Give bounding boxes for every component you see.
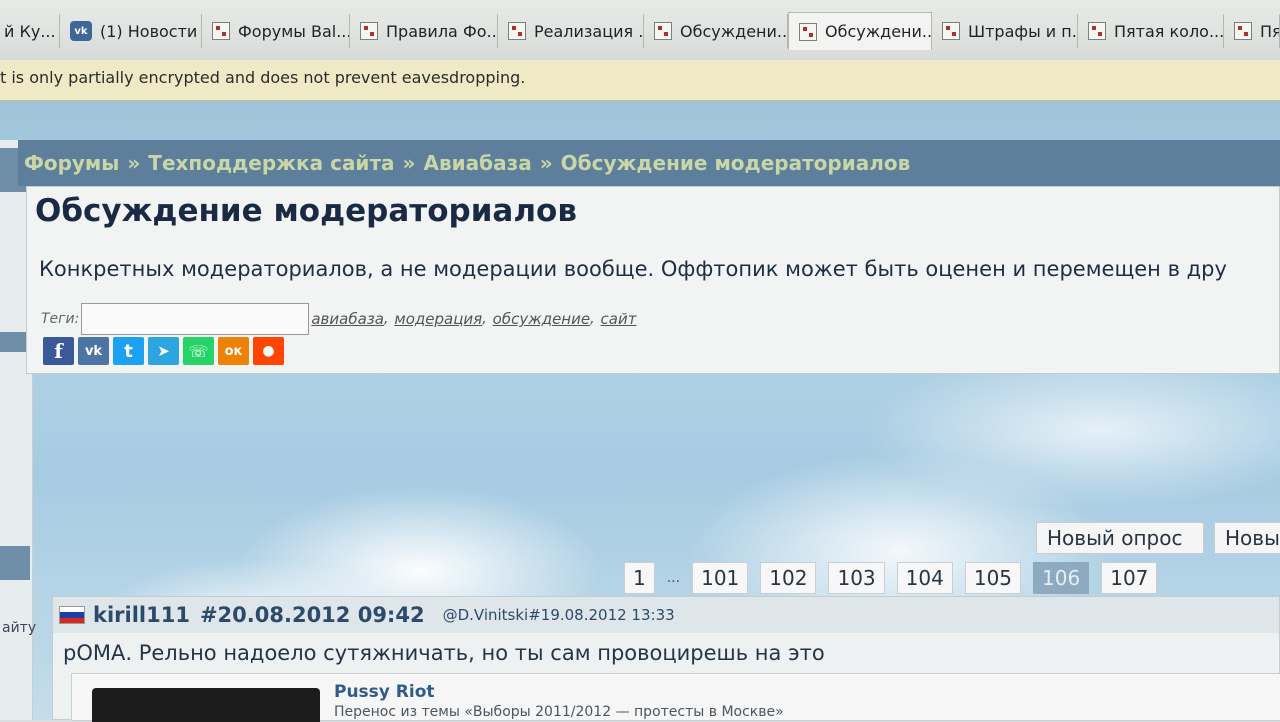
forum-favicon-icon	[508, 22, 526, 40]
tab-label: Пятая коло...	[1114, 21, 1224, 41]
tab-label: (1) Новости	[100, 21, 198, 41]
forum-favicon-icon	[942, 22, 960, 40]
browser-tab[interactable]: Пяты	[1224, 14, 1280, 48]
page-title: Обсуждение модераториалов	[35, 193, 577, 229]
tab-label: Форумы Bal...	[238, 21, 350, 41]
page-link[interactable]: 105	[964, 562, 1022, 594]
telegram-icon[interactable]: ➤	[148, 337, 179, 365]
new-topic-button[interactable]: Новы	[1214, 522, 1280, 554]
breadcrumb-separator: »	[402, 151, 416, 175]
twitter-icon[interactable]: t	[113, 337, 144, 365]
page-link[interactable]: 107	[1101, 562, 1158, 594]
forum-favicon-icon	[1088, 22, 1106, 40]
browser-tab-strip: й Ку... vk (1) Новости Форумы Bal... Пра…	[0, 0, 1280, 61]
tag-link-site[interactable]: сайт	[601, 310, 637, 328]
quoted-topic-card[interactable]: Pussy Riot Перенос из темы «Выборы 2011/…	[71, 673, 1280, 722]
tag-link-aviabase[interactable]: авиабаза	[311, 310, 384, 328]
tab-label: Правила Фо...	[386, 21, 498, 41]
side-panel-text: айту	[2, 620, 37, 636]
tags-label: Теги:	[41, 311, 80, 327]
forum-favicon-icon	[212, 22, 230, 40]
breadcrumb-separator: »	[127, 151, 141, 175]
vk-icon: vk	[70, 21, 92, 41]
forum-favicon-icon	[799, 22, 817, 41]
odnoklassniki-icon[interactable]: ок	[218, 337, 249, 365]
tab-label: Штрафы и п...	[968, 21, 1078, 41]
breadcrumb: Форумы » Техподдержка сайта » Авиабаза »…	[18, 140, 1280, 186]
new-poll-button[interactable]: Новый опрос	[1036, 522, 1204, 554]
page-link[interactable]: 101	[692, 562, 749, 594]
vk-icon[interactable]: vk	[78, 337, 109, 365]
browser-tab[interactable]: Штрафы и п...	[932, 14, 1078, 48]
topic-header: Обсуждение модераториалов Конкретных мод…	[26, 186, 1280, 374]
browser-tab[interactable]: Реализация ...	[498, 14, 644, 48]
facebook-icon[interactable]: f	[43, 337, 74, 365]
forum-favicon-icon	[360, 22, 378, 40]
browser-tab[interactable]: Обсуждени...	[644, 14, 788, 48]
browser-tab[interactable]: Форумы Bal...	[202, 14, 350, 48]
topic-description: Конкретных модераториалов, а не модераци…	[39, 257, 1227, 281]
tab-label: Пяты	[1260, 21, 1280, 41]
tag-link-discussion[interactable]: обсуждение	[493, 310, 590, 328]
page-link[interactable]: 103	[828, 562, 885, 594]
page-link-current: 106	[1033, 562, 1090, 594]
pagination-ellipsis: ...	[666, 570, 681, 586]
breadcrumb-separator: »	[539, 151, 553, 175]
tags-input[interactable]	[81, 303, 310, 335]
tab-label: Реализация ...	[534, 21, 644, 41]
tab-label: Обсуждени...	[680, 21, 788, 41]
breadcrumb-current[interactable]: Обсуждение модераториалов	[561, 151, 911, 175]
page-link-first[interactable]: 1	[624, 562, 655, 594]
page-link[interactable]: 102	[760, 562, 817, 594]
russia-flag-icon	[59, 606, 85, 624]
tab-label: Обсуждени...	[825, 22, 932, 41]
breadcrumb-aviabase[interactable]: Авиабаза	[423, 151, 531, 175]
breadcrumb-forums[interactable]: Форумы	[24, 151, 119, 175]
page-link[interactable]: 104	[896, 562, 953, 594]
tags-row: Теги: авиабаза, модерация, обсуждение, с…	[41, 301, 636, 337]
pagination: 1 ... 101 102 103 104 105 106 107	[624, 562, 1158, 594]
forum-favicon-icon	[654, 22, 672, 40]
browser-tab[interactable]: й Ку...	[0, 14, 60, 48]
post-date-link[interactable]: #20.08.2012 09:42	[200, 603, 425, 627]
side-panel-block	[0, 546, 30, 580]
browser-tab[interactable]: Пятая коло...	[1078, 14, 1224, 48]
post-header: kirill111 #20.08.2012 09:42 @D.Vinitski#…	[53, 597, 1279, 633]
topic-thumbnail	[92, 688, 320, 722]
quoted-topic-title[interactable]: Pussy Riot	[334, 682, 435, 702]
quoted-topic-subtitle: Перенос из темы «Выборы 2011/2012 — прот…	[334, 704, 784, 720]
security-notification-bar: t is only partially encrypted and does n…	[0, 60, 1280, 101]
post-body: рОМА. Рельно надоело сутяжничать, но ты …	[63, 641, 825, 665]
tab-label: й Ку...	[4, 21, 56, 41]
whatsapp-icon[interactable]: ☏	[183, 337, 214, 365]
breadcrumb-support[interactable]: Техподдержка сайта	[148, 151, 394, 175]
reddit-icon[interactable]: ●	[253, 337, 284, 365]
post-author[interactable]: kirill111	[93, 603, 190, 627]
tag-link-moderation[interactable]: модерация	[394, 310, 482, 328]
security-warning-text: t is only partially encrypted and does n…	[0, 68, 526, 87]
browser-tab[interactable]: Правила Фо...	[350, 14, 498, 48]
reply-to-link[interactable]: @D.Vinitski#19.08.2012 13:33	[443, 606, 675, 624]
forum-favicon-icon	[1234, 22, 1252, 40]
share-buttons: f vk t ➤ ☏ ок ●	[43, 337, 284, 365]
browser-tab-active[interactable]: Обсуждени...	[788, 12, 932, 50]
forum-post: kirill111 #20.08.2012 09:42 @D.Vinitski#…	[52, 596, 1280, 722]
browser-tab-vk[interactable]: vk (1) Новости	[60, 14, 202, 48]
